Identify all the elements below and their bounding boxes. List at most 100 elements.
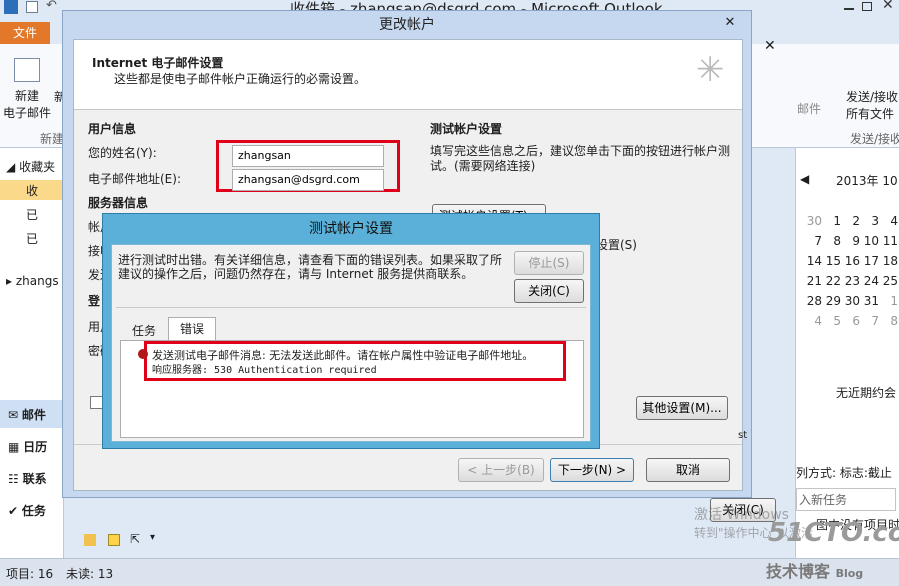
notes-icon[interactable]	[108, 534, 120, 546]
calendar-day[interactable]: 3	[861, 214, 879, 228]
calendar-day[interactable]: 4	[880, 214, 898, 228]
minimize-icon[interactable]	[844, 8, 854, 10]
calendar-day[interactable]: 21	[804, 274, 822, 288]
calendar-day[interactable]: 1	[880, 294, 898, 308]
logon-info-heading: 登	[88, 294, 101, 308]
calendar-day[interactable]: 5	[823, 314, 841, 328]
header-title: Internet 电子邮件设置	[92, 56, 224, 70]
calendar-day[interactable]: 6	[842, 314, 860, 328]
email-label: 电子邮件地址(E):	[88, 172, 181, 186]
tasks-icon: ✔	[8, 504, 19, 518]
file-tab[interactable]: 文件	[0, 22, 50, 44]
ribbon-mail-partial: 邮件	[797, 102, 822, 116]
bottom-folder-icons: ⇱ ▾	[84, 532, 174, 550]
calendar-month-title: 2013年 10	[836, 174, 898, 188]
status-bar: 项目: 16 未读: 13	[0, 558, 899, 586]
calendar-prev-icon[interactable]: ◀	[800, 172, 809, 186]
blog-watermark: 技术博客 Blog	[766, 562, 864, 581]
cancel-button[interactable]: 取消	[646, 458, 730, 482]
send-receive-button[interactable]: 发送/接收 所有文件	[846, 88, 899, 122]
status-items: 项目: 16	[6, 567, 54, 581]
calendar-day[interactable]: 8	[880, 314, 898, 328]
test-account-settings-dialog: 测试帐户设置 进行测试时出错。有关详细信息，请查看下面的错误列表。如果采取了所建…	[102, 213, 600, 449]
calendar-day[interactable]: 2	[842, 214, 860, 228]
close-icon[interactable]: ✕	[882, 0, 894, 13]
calendar-day[interactable]: 11	[880, 234, 898, 248]
nav-tasks[interactable]: ✔ 任务	[8, 502, 46, 519]
mail-icon: ✉	[8, 408, 19, 422]
calendar-day[interactable]: 23	[842, 274, 860, 288]
undo-icon[interactable]: ↶	[46, 0, 57, 13]
user-info-heading: 用户信息	[88, 122, 137, 136]
name-field[interactable]: zhangsan	[232, 145, 384, 167]
test-dialog-divider	[116, 307, 586, 308]
back-button[interactable]: < 上一步(B)	[458, 458, 544, 482]
calendar-day[interactable]: 9	[842, 234, 860, 248]
dialog-header: Internet 电子邮件设置 这些都是使电子邮件帐户正确运行的必需设置。 ✳	[74, 40, 742, 110]
calendar-day[interactable]: 31	[861, 294, 879, 308]
calendar-day[interactable]: 10	[861, 234, 879, 248]
shortcut-icon[interactable]: ⇱	[130, 532, 140, 546]
calendar-day[interactable]: 24	[861, 274, 879, 288]
close-pane-icon[interactable]: ✕	[764, 38, 776, 54]
calendar-day[interactable]: 25	[880, 274, 898, 288]
test-error-message: 进行测试时出错。有关详细信息，请查看下面的错误列表。如果采取了所建议的操作之后，…	[118, 253, 503, 281]
navigation-pane: ◢ 收藏夹 收 已 已 ▸ zhangs ✉ 邮件 ▦ 日历 ☷ 联系 ✔ 任务	[0, 148, 64, 558]
window-controls: ✕	[838, 0, 898, 18]
test-settings-heading: 测试帐户设置	[430, 122, 503, 136]
folder-deleted[interactable]: 已	[26, 230, 38, 247]
server-info-heading: 服务器信息	[88, 196, 149, 210]
site-watermark: 51CTO.com	[768, 518, 899, 548]
calendar-icon: ▦	[8, 440, 20, 454]
calendar-day[interactable]: 28	[804, 294, 822, 308]
test-settings-description: 填写完这些信息之后，建议您单击下面的按钮进行帐户测试。(需要网络连接)	[430, 144, 731, 173]
error-line-2: 响应服务器: 530 Authentication required	[152, 365, 377, 376]
nav-calendar[interactable]: ▦ 日历	[8, 438, 47, 455]
folder-icon[interactable]	[84, 534, 96, 546]
calendar-day[interactable]: 29	[823, 294, 841, 308]
calendar-day[interactable]: 17	[861, 254, 879, 268]
next-button[interactable]: 下一步(N) >	[550, 458, 634, 482]
test-dialog-body: 进行测试时出错。有关详细信息，请查看下面的错误列表。如果采取了所建议的操作之后，…	[111, 244, 591, 442]
arrange-by[interactable]: 列方式: 标志:截止	[796, 464, 892, 481]
calendar-day[interactable]: 14	[804, 254, 822, 268]
more-settings-button[interactable]: 其他设置(M)...	[636, 396, 728, 420]
name-label: 您的姓名(Y):	[88, 146, 157, 160]
no-appointments: 无近期约会	[836, 386, 897, 400]
folder-inbox[interactable]: 收	[0, 180, 64, 200]
calendar-day[interactable]: 7	[861, 314, 879, 328]
calendar-day[interactable]: 8	[823, 234, 841, 248]
test-on-next-label: 设置(S)	[596, 238, 637, 252]
new-email-button[interactable]: 新建 电子邮件	[0, 56, 54, 120]
save-icon[interactable]	[26, 1, 38, 13]
close-button[interactable]: 关闭(C)	[514, 279, 584, 303]
stop-button[interactable]: 停止(S)	[514, 251, 584, 275]
calendar-day[interactable]: 7	[804, 234, 822, 248]
tab-tasks[interactable]: 任务	[120, 321, 168, 341]
calendar-day[interactable]: 16	[842, 254, 860, 268]
calendar-day[interactable]: 15	[823, 254, 841, 268]
favorites-header[interactable]: ◢ 收藏夹	[6, 158, 55, 175]
calendar-day[interactable]: 1	[823, 214, 841, 228]
status-unread: 未读: 13	[66, 567, 114, 581]
calendar-day[interactable]: 30	[842, 294, 860, 308]
calendar-day[interactable]: 30	[804, 214, 822, 228]
calendar-day[interactable]: 22	[823, 274, 841, 288]
new-email-icon	[14, 58, 40, 82]
nav-mail[interactable]: ✉ 邮件	[0, 400, 64, 428]
test-dialog-title: 测试帐户设置	[309, 221, 393, 237]
error-icon	[138, 349, 148, 359]
more-icon[interactable]: ▾	[150, 532, 155, 543]
partial-st-text: st	[738, 430, 748, 441]
tab-errors[interactable]: 错误	[168, 317, 216, 341]
email-field[interactable]: zhangsan@dsgrd.com	[232, 169, 384, 191]
calendar-day[interactable]: 18	[880, 254, 898, 268]
maximize-icon[interactable]	[862, 2, 872, 11]
ribbon-group-send-receive: 发送/接收	[850, 132, 899, 146]
calendar-day[interactable]: 4	[804, 314, 822, 328]
nav-contacts[interactable]: ☷ 联系	[8, 470, 47, 487]
dialog-title: 更改帐户	[379, 17, 435, 33]
dialog-close-icon[interactable]: ✕	[715, 15, 745, 35]
folder-sent[interactable]: 已	[26, 206, 38, 223]
account-node[interactable]: ▸ zhangs	[6, 274, 59, 288]
